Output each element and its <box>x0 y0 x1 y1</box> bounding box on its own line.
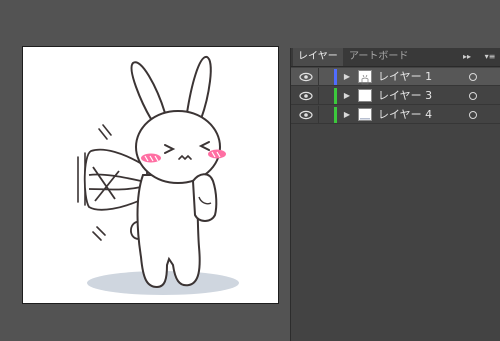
visibility-eye-icon[interactable] <box>299 110 313 120</box>
bunny-illustration <box>77 56 239 295</box>
body <box>136 174 201 289</box>
layer-target-circle-icon[interactable] <box>469 111 477 119</box>
panel-header: レイヤー アートボード ▸▸ ▾≡ <box>291 48 500 67</box>
expand-triangle-icon[interactable]: ▶ <box>342 87 352 105</box>
head <box>135 110 221 184</box>
tab-layers[interactable]: レイヤー <box>293 48 343 66</box>
visibility-eye-icon[interactable] <box>299 72 313 82</box>
double-chevron-right-icon[interactable]: ▸▸ <box>461 48 473 66</box>
column-divider <box>318 106 319 124</box>
layer-thumbnail <box>358 89 372 102</box>
right-ear <box>185 56 212 121</box>
column-divider <box>318 68 319 86</box>
layer-row-3[interactable]: ▶ レイヤー 3 <box>291 87 500 105</box>
layer-target-circle-icon[interactable] <box>469 92 477 100</box>
layer-name[interactable]: レイヤー 3 <box>378 87 432 105</box>
layer-thumbnail <box>358 108 372 121</box>
artboard[interactable] <box>22 46 279 304</box>
right-arm <box>191 173 218 222</box>
left-ear <box>130 61 167 121</box>
column-divider <box>318 87 319 105</box>
layer-color-bar <box>334 69 337 85</box>
layer-name[interactable]: レイヤー 4 <box>378 106 432 124</box>
layer-target-circle-icon[interactable] <box>469 73 477 81</box>
layers-panel: レイヤー アートボード ▸▸ ▾≡ ▶ レイヤー 1 ▶ レイヤー 3 ▶ レイ… <box>290 48 500 341</box>
layer-color-bar <box>334 88 337 104</box>
visibility-eye-icon[interactable] <box>299 91 313 101</box>
layer-name[interactable]: レイヤー 1 <box>378 68 432 86</box>
panel-menu-icon[interactable]: ▾≡ <box>483 48 497 66</box>
layer-color-bar <box>334 107 337 123</box>
expand-triangle-icon[interactable]: ▶ <box>342 68 352 86</box>
tab-artboards[interactable]: アートボード <box>344 48 414 66</box>
layer-row-1[interactable]: ▶ レイヤー 1 <box>291 68 500 86</box>
layer-row-4[interactable]: ▶ レイヤー 4 <box>291 106 500 124</box>
layer-thumbnail <box>358 70 372 85</box>
expand-triangle-icon[interactable]: ▶ <box>342 106 352 124</box>
